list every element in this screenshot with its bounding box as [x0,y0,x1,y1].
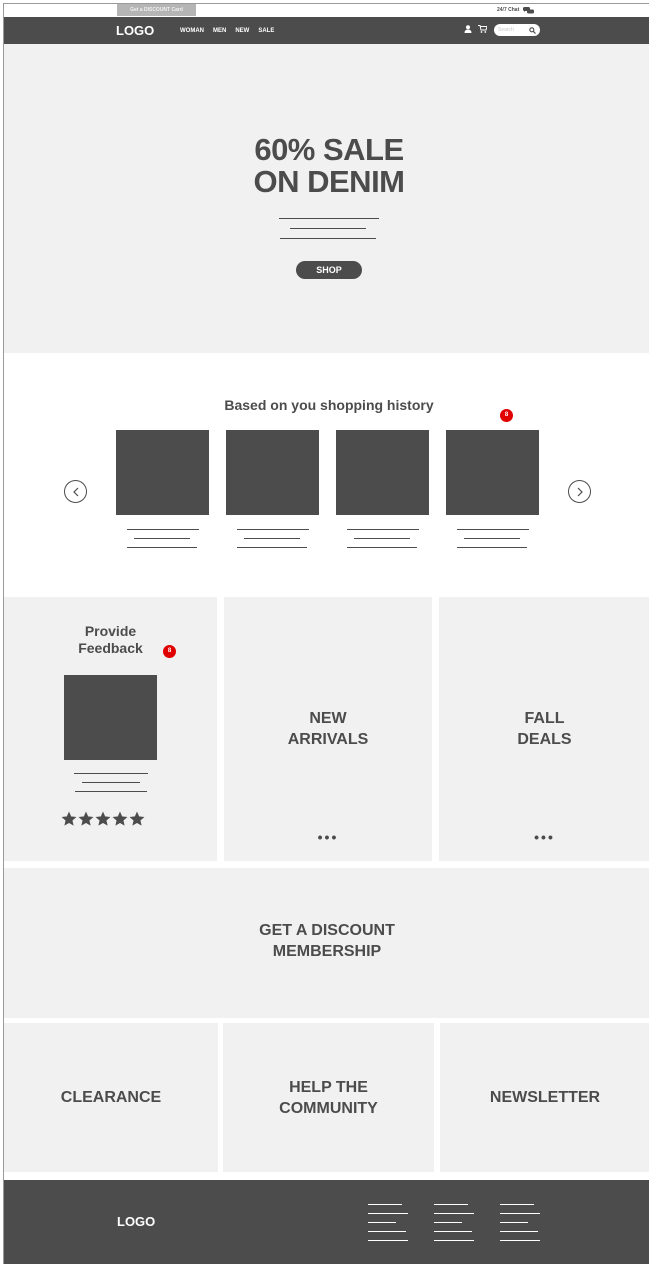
help-community-title: HELP THE COMMUNITY [223,1077,434,1119]
top-strip: Get a DISCOUNT Card 24/7 Chat [4,4,649,17]
nav-links: WOMAN MEN NEW SALE [180,17,274,44]
chevron-left-icon [72,487,78,496]
footer: LOGO [4,1180,649,1264]
hero-title-line1: 60% SALE [254,132,404,167]
search-box[interactable] [494,24,540,36]
chat-label: 24/7 Chat [497,7,520,13]
help-community-tile[interactable]: HELP THE COMMUNITY [223,1023,434,1172]
hero-title-line2: ON DENIM [253,164,406,199]
membership-line2: MEMBERSHIP [272,943,382,960]
star-rating[interactable] [61,811,145,827]
nav-link-men[interactable]: MEN [213,28,226,34]
fall-deals-title: FALL DEALS [439,708,649,750]
membership-line1: GET A DISCOUNT [259,922,395,939]
search-icon[interactable] [529,26,536,34]
star-icon[interactable] [61,811,77,827]
new-arrivals-tile[interactable]: NEW ARRIVALS ••• [224,597,432,861]
star-icon[interactable] [112,811,128,827]
product-image-2[interactable] [226,430,319,515]
nav-icons [464,25,487,33]
carousel-prev-button[interactable] [64,480,87,503]
help-line1: HELP THE [289,1079,368,1096]
hero-title: 60% SALE ON DENIM [4,134,649,198]
section-title: Based on you shopping history [224,397,434,413]
hero-banner: 60% SALE ON DENIM SHOP [4,44,649,353]
nav-link-sale[interactable]: SALE [258,28,274,34]
user-icon[interactable] [464,25,472,33]
product-image-4[interactable] [446,430,539,515]
feedback-title: Provide Feedback [4,623,217,657]
nav-link-woman[interactable]: WOMAN [180,28,204,34]
fall-deals-line2: DEALS [517,731,572,748]
chat-bubbles-icon [523,6,535,13]
carousel-next-button[interactable] [568,480,591,503]
new-arrivals-line2: ARRIVALS [287,731,369,748]
discount-card-link[interactable]: Get a DISCOUNT Card [117,4,196,16]
chat-link[interactable]: 24/7 Chat [497,5,535,15]
more-dots[interactable]: ••• [439,829,649,845]
clearance-tile[interactable]: CLEARANCE [4,1023,218,1172]
fall-deals-line1: FALL [524,710,565,727]
logo[interactable]: LOGO [116,17,154,44]
fall-deals-tile[interactable]: FALL DEALS ••• [439,597,649,861]
page-frame: Get a DISCOUNT Card 24/7 Chat LOGO WOMAN… [3,3,649,1264]
new-arrivals-line1: NEW [309,710,347,727]
main-nav: LOGO WOMAN MEN NEW SALE [4,17,649,44]
discount-membership-tile[interactable]: GET A DISCOUNT MEMBERSHIP [4,868,649,1018]
nav-link-new[interactable]: NEW [235,28,249,34]
shopping-history-section: Based on you shopping history 8 [4,353,649,597]
feedback-title-line1: Provide [84,623,137,639]
shop-button[interactable]: SHOP [296,261,362,279]
membership-title: GET A DISCOUNT MEMBERSHIP [4,920,649,962]
product-image-3[interactable] [336,430,429,515]
new-arrivals-title: NEW ARRIVALS [224,708,432,750]
cart-icon[interactable] [478,25,487,33]
notification-badge: 8 [163,645,176,658]
chevron-right-icon [577,487,583,496]
product-image-1[interactable] [116,430,209,515]
footer-logo[interactable]: LOGO [117,1214,155,1229]
notification-badge: 8 [500,409,513,422]
star-icon[interactable] [129,811,145,827]
feedback-tile[interactable]: Provide Feedback 8 [4,597,217,861]
help-line2: COMMUNITY [279,1100,378,1117]
newsletter-title: NEWSLETTER [489,1089,601,1106]
search-input[interactable] [498,27,526,33]
newsletter-tile[interactable]: NEWSLETTER [440,1023,649,1172]
more-dots[interactable]: ••• [224,829,432,845]
feedback-title-line2: Feedback [78,640,143,656]
clearance-title: CLEARANCE [60,1089,162,1106]
star-icon[interactable] [78,811,94,827]
star-icon[interactable] [95,811,111,827]
feedback-product-image[interactable] [64,675,157,760]
